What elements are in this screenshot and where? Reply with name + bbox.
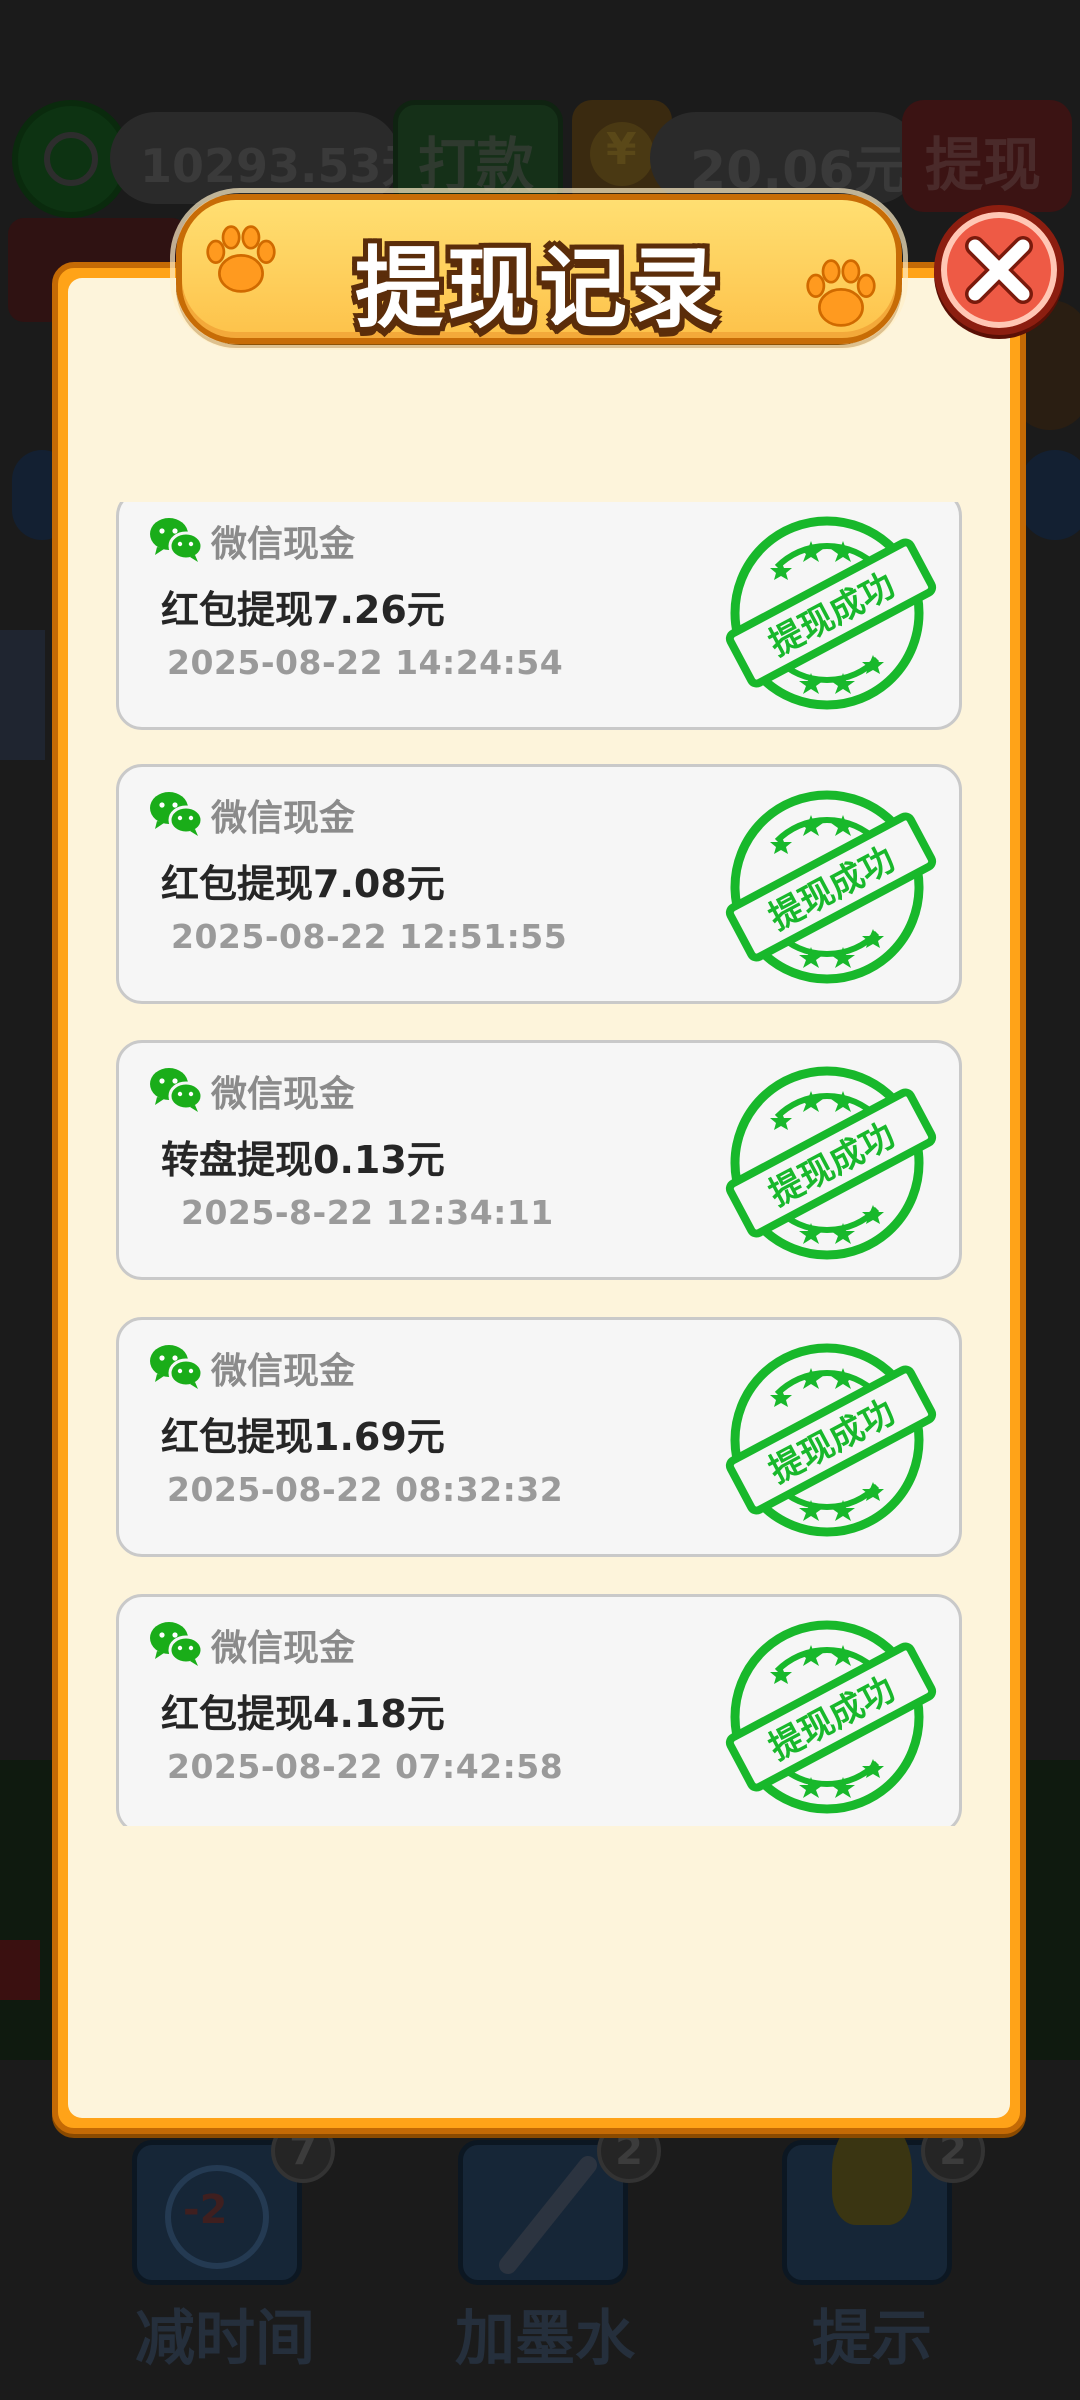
wechat-icon [150,792,203,836]
record-source: 微信现金 [211,1628,356,1669]
add-ink-tool: 2 [458,2119,661,2285]
record-item: 微信现金 红包提现7.26元 2025-08-22 14:24:54 提现成功 [116,502,962,730]
record-title: 转盘提现0.13元 [161,1138,445,1182]
success-stamp-icon: 提现成功 [725,516,937,710]
record-time: 2025-8-22 12:34:11 [181,1193,554,1232]
close-icon [965,236,1033,304]
coin-balance: 20.06元 [690,141,907,201]
success-stamp-icon: 提现成功 [725,1620,937,1814]
hint-label: 提示 [812,2304,932,2374]
records-list[interactable]: 微信现金 红包提现7.26元 2025-08-22 14:24:54 提现成功 [112,502,966,1826]
wallet-balance: 10293.53元 [140,139,428,193]
close-button[interactable] [934,205,1064,335]
pencil-icon [499,2156,597,2274]
wechat-icon [150,1622,203,1666]
reduce-time-label: 减时间 [135,2304,315,2374]
bg-side-panel [0,630,45,760]
record-time: 2025-08-22 12:51:55 [171,917,568,956]
wechat-icon [150,1068,203,1112]
reduce-time-value: -2 [183,2187,228,2233]
dialog-title-banner: 提现记录 [170,188,908,350]
coin-symbol: ¥ [606,124,637,175]
pay-button-label: 打款 [418,131,535,199]
record-title: 红包提现4.18元 [161,1692,445,1736]
record-source: 微信现金 [211,798,356,839]
record-time: 2025-08-22 08:32:32 [167,1470,564,1509]
record-item: 微信现金 红包提现7.08元 2025-08-22 12:51:55 提现成功 [116,764,962,1004]
hint-tool: 2 [782,2115,985,2285]
record-title: 红包提现1.69元 [161,1415,445,1459]
record-item: 微信现金 红包提现4.18元 2025-08-22 07:42:58 提现成功 [116,1594,962,1826]
paw-icon [806,259,876,327]
bg-side-button [1020,450,1080,540]
success-stamp-icon: 提现成功 [725,1343,937,1537]
record-item: 微信现金 红包提现1.69元 2025-08-22 08:32:32 提现成功 [116,1317,962,1557]
dialog-title: 提现记录 [354,237,723,340]
wechat-icon [150,518,203,562]
record-time: 2025-08-22 14:24:54 [167,643,564,682]
record-source: 微信现金 [211,1074,356,1115]
record-item: 微信现金 转盘提现0.13元 2025-8-22 12:34:11 提现成功 [116,1040,962,1280]
success-stamp-icon: 提现成功 [725,1066,937,1260]
wechat-icon [150,1345,203,1389]
record-source: 微信现金 [211,524,356,565]
withdraw-button-label: 提现 [925,131,1042,199]
record-title: 红包提现7.08元 [161,862,445,906]
success-stamp-icon: 提现成功 [725,790,937,984]
record-title: 红包提现7.26元 [161,588,445,632]
add-ink-label: 加墨水 [455,2304,635,2374]
reduce-time-tool: -2 7 [132,2119,335,2285]
record-time: 2025-08-22 07:42:58 [167,1747,564,1786]
bg-decoration [0,1940,40,2000]
record-source: 微信现金 [211,1351,356,1392]
